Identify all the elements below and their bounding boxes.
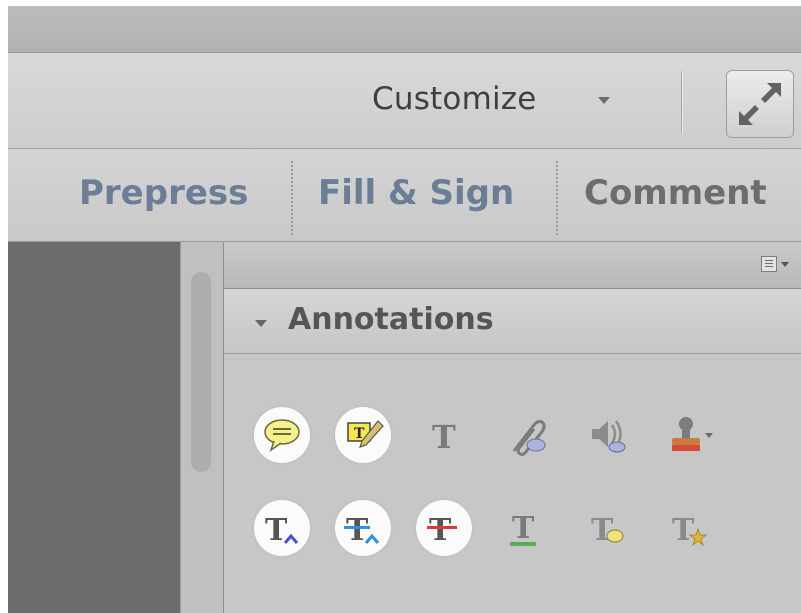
title-bar (8, 6, 801, 53)
stamp-icon[interactable] (660, 407, 716, 463)
document-area (8, 242, 180, 613)
svg-text:T: T (346, 513, 369, 548)
text-correction-markup-icon[interactable]: T (660, 500, 716, 556)
panel-options-icon[interactable] (761, 256, 777, 272)
toolbar-divider (681, 71, 682, 133)
tab-comment[interactable]: Comment (584, 173, 767, 213)
highlight-text-icon[interactable]: T (335, 407, 391, 463)
comment-panel: Annotations T T T T T T T T (223, 242, 801, 613)
customize-button[interactable]: Customize (372, 81, 537, 117)
tab-divider (556, 161, 558, 235)
scrollbar-thumb[interactable] (191, 272, 211, 472)
svg-text:T: T (429, 513, 452, 548)
disclosure-triangle-icon[interactable] (255, 320, 267, 327)
caret-down-icon[interactable] (781, 262, 789, 267)
insert-text-icon[interactable]: T (254, 500, 310, 556)
svg-text:T: T (432, 418, 456, 456)
replace-text-icon[interactable]: T (335, 500, 391, 556)
task-tabs: Prepress Fill & Sign Comment (8, 149, 801, 242)
strikethrough-icon[interactable]: T (416, 500, 472, 556)
attach-file-icon[interactable] (498, 407, 554, 463)
record-audio-icon[interactable] (579, 407, 635, 463)
tab-prepress[interactable]: Prepress (79, 173, 248, 213)
acrobat-window: Customize Prepress Fill & Sign Comment A… (8, 6, 801, 613)
annotations-section-header[interactable]: Annotations (224, 289, 801, 354)
svg-text:T: T (512, 511, 535, 546)
tab-fill-sign[interactable]: Fill & Sign (318, 173, 514, 213)
sticky-note-icon[interactable] (254, 407, 310, 463)
svg-text:T: T (672, 513, 695, 548)
svg-text:T: T (265, 513, 288, 548)
caret-down-icon[interactable] (598, 97, 610, 104)
panel-header (224, 242, 801, 289)
section-title: Annotations (288, 302, 494, 337)
add-text-box-icon[interactable]: T (418, 407, 474, 463)
underline-icon[interactable]: T (498, 500, 554, 556)
top-toolbar: Customize (8, 53, 801, 149)
add-note-to-text-icon[interactable]: T (579, 500, 635, 556)
tab-divider (291, 161, 293, 235)
expand-arrows-icon[interactable] (726, 70, 794, 138)
